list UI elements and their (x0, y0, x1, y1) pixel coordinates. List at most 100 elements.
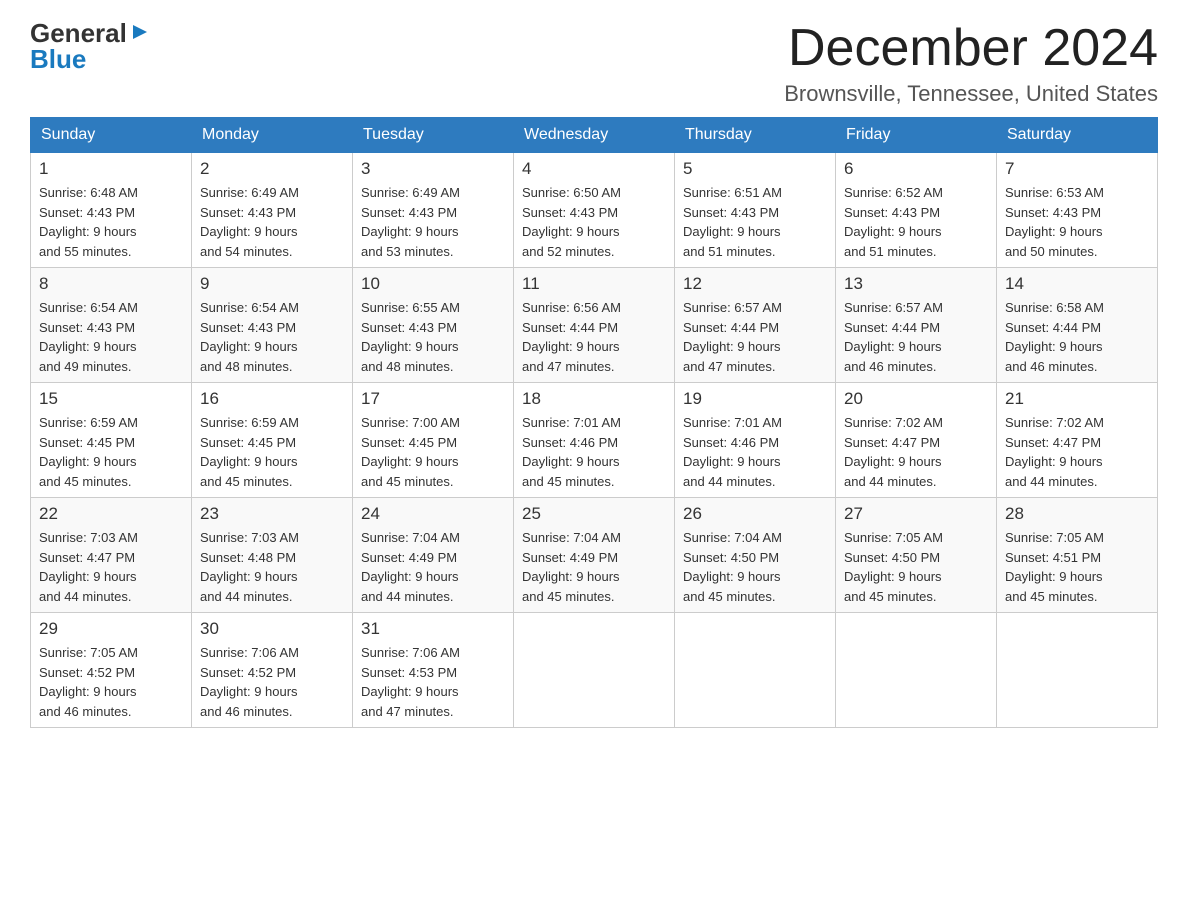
title-block: December 2024 Brownsville, Tennessee, Un… (784, 20, 1158, 107)
day-number: 12 (683, 274, 827, 294)
calendar-week-row: 15 Sunrise: 6:59 AM Sunset: 4:45 PM Dayl… (31, 383, 1158, 498)
day-info: Sunrise: 7:02 AM Sunset: 4:47 PM Dayligh… (1005, 413, 1149, 491)
day-number: 31 (361, 619, 505, 639)
day-info: Sunrise: 6:52 AM Sunset: 4:43 PM Dayligh… (844, 183, 988, 261)
calendar-day-cell: 25 Sunrise: 7:04 AM Sunset: 4:49 PM Dayl… (514, 498, 675, 613)
calendar-day-cell: 9 Sunrise: 6:54 AM Sunset: 4:43 PM Dayli… (192, 268, 353, 383)
day-info: Sunrise: 6:51 AM Sunset: 4:43 PM Dayligh… (683, 183, 827, 261)
day-info: Sunrise: 7:01 AM Sunset: 4:46 PM Dayligh… (522, 413, 666, 491)
day-info: Sunrise: 6:55 AM Sunset: 4:43 PM Dayligh… (361, 298, 505, 376)
day-number: 22 (39, 504, 183, 524)
col-sunday: Sunday (31, 118, 192, 153)
day-info: Sunrise: 6:50 AM Sunset: 4:43 PM Dayligh… (522, 183, 666, 261)
day-info: Sunrise: 6:53 AM Sunset: 4:43 PM Dayligh… (1005, 183, 1149, 261)
calendar-day-cell: 22 Sunrise: 7:03 AM Sunset: 4:47 PM Dayl… (31, 498, 192, 613)
calendar-day-cell: 23 Sunrise: 7:03 AM Sunset: 4:48 PM Dayl… (192, 498, 353, 613)
day-info: Sunrise: 7:03 AM Sunset: 4:48 PM Dayligh… (200, 528, 344, 606)
day-number: 23 (200, 504, 344, 524)
day-info: Sunrise: 7:04 AM Sunset: 4:50 PM Dayligh… (683, 528, 827, 606)
day-info: Sunrise: 7:04 AM Sunset: 4:49 PM Dayligh… (522, 528, 666, 606)
calendar-day-cell: 16 Sunrise: 6:59 AM Sunset: 4:45 PM Dayl… (192, 383, 353, 498)
calendar-day-cell: 31 Sunrise: 7:06 AM Sunset: 4:53 PM Dayl… (353, 613, 514, 728)
logo: General Blue (30, 20, 151, 72)
col-friday: Friday (836, 118, 997, 153)
calendar-day-cell: 28 Sunrise: 7:05 AM Sunset: 4:51 PM Dayl… (997, 498, 1158, 613)
calendar-day-cell: 8 Sunrise: 6:54 AM Sunset: 4:43 PM Dayli… (31, 268, 192, 383)
day-info: Sunrise: 6:54 AM Sunset: 4:43 PM Dayligh… (200, 298, 344, 376)
day-info: Sunrise: 7:05 AM Sunset: 4:51 PM Dayligh… (1005, 528, 1149, 606)
calendar-day-cell (514, 613, 675, 728)
day-number: 30 (200, 619, 344, 639)
day-info: Sunrise: 7:04 AM Sunset: 4:49 PM Dayligh… (361, 528, 505, 606)
calendar-week-row: 22 Sunrise: 7:03 AM Sunset: 4:47 PM Dayl… (31, 498, 1158, 613)
day-number: 8 (39, 274, 183, 294)
day-info: Sunrise: 6:49 AM Sunset: 4:43 PM Dayligh… (361, 183, 505, 261)
day-number: 19 (683, 389, 827, 409)
calendar-day-cell (836, 613, 997, 728)
day-info: Sunrise: 7:00 AM Sunset: 4:45 PM Dayligh… (361, 413, 505, 491)
calendar-day-cell: 12 Sunrise: 6:57 AM Sunset: 4:44 PM Dayl… (675, 268, 836, 383)
day-info: Sunrise: 7:01 AM Sunset: 4:46 PM Dayligh… (683, 413, 827, 491)
calendar-day-cell: 29 Sunrise: 7:05 AM Sunset: 4:52 PM Dayl… (31, 613, 192, 728)
calendar-day-cell: 11 Sunrise: 6:56 AM Sunset: 4:44 PM Dayl… (514, 268, 675, 383)
calendar-week-row: 29 Sunrise: 7:05 AM Sunset: 4:52 PM Dayl… (31, 613, 1158, 728)
day-number: 28 (1005, 504, 1149, 524)
col-monday: Monday (192, 118, 353, 153)
calendar-day-cell: 30 Sunrise: 7:06 AM Sunset: 4:52 PM Dayl… (192, 613, 353, 728)
calendar-day-cell: 6 Sunrise: 6:52 AM Sunset: 4:43 PM Dayli… (836, 153, 997, 268)
calendar-day-cell: 27 Sunrise: 7:05 AM Sunset: 4:50 PM Dayl… (836, 498, 997, 613)
logo-blue-text: Blue (30, 46, 86, 72)
calendar-day-cell: 15 Sunrise: 6:59 AM Sunset: 4:45 PM Dayl… (31, 383, 192, 498)
day-info: Sunrise: 6:56 AM Sunset: 4:44 PM Dayligh… (522, 298, 666, 376)
logo-general-text: General (30, 20, 127, 46)
day-info: Sunrise: 7:06 AM Sunset: 4:52 PM Dayligh… (200, 643, 344, 721)
day-number: 4 (522, 159, 666, 179)
calendar-day-cell: 24 Sunrise: 7:04 AM Sunset: 4:49 PM Dayl… (353, 498, 514, 613)
calendar-table: Sunday Monday Tuesday Wednesday Thursday… (30, 117, 1158, 728)
day-number: 5 (683, 159, 827, 179)
day-number: 21 (1005, 389, 1149, 409)
day-number: 2 (200, 159, 344, 179)
day-number: 29 (39, 619, 183, 639)
day-info: Sunrise: 6:59 AM Sunset: 4:45 PM Dayligh… (200, 413, 344, 491)
day-info: Sunrise: 6:48 AM Sunset: 4:43 PM Dayligh… (39, 183, 183, 261)
calendar-week-row: 8 Sunrise: 6:54 AM Sunset: 4:43 PM Dayli… (31, 268, 1158, 383)
day-info: Sunrise: 6:54 AM Sunset: 4:43 PM Dayligh… (39, 298, 183, 376)
day-number: 10 (361, 274, 505, 294)
day-number: 6 (844, 159, 988, 179)
logo-icon (129, 21, 151, 43)
calendar-day-cell: 10 Sunrise: 6:55 AM Sunset: 4:43 PM Dayl… (353, 268, 514, 383)
page-header: General Blue December 2024 Brownsville, … (30, 20, 1158, 107)
day-number: 13 (844, 274, 988, 294)
day-number: 24 (361, 504, 505, 524)
day-info: Sunrise: 6:49 AM Sunset: 4:43 PM Dayligh… (200, 183, 344, 261)
day-number: 15 (39, 389, 183, 409)
calendar-week-row: 1 Sunrise: 6:48 AM Sunset: 4:43 PM Dayli… (31, 153, 1158, 268)
day-info: Sunrise: 7:02 AM Sunset: 4:47 PM Dayligh… (844, 413, 988, 491)
col-thursday: Thursday (675, 118, 836, 153)
calendar-day-cell: 19 Sunrise: 7:01 AM Sunset: 4:46 PM Dayl… (675, 383, 836, 498)
calendar-day-cell: 1 Sunrise: 6:48 AM Sunset: 4:43 PM Dayli… (31, 153, 192, 268)
calendar-day-cell: 7 Sunrise: 6:53 AM Sunset: 4:43 PM Dayli… (997, 153, 1158, 268)
day-number: 7 (1005, 159, 1149, 179)
col-tuesday: Tuesday (353, 118, 514, 153)
calendar-day-cell (675, 613, 836, 728)
day-number: 9 (200, 274, 344, 294)
day-info: Sunrise: 7:05 AM Sunset: 4:52 PM Dayligh… (39, 643, 183, 721)
calendar-day-cell (997, 613, 1158, 728)
day-number: 16 (200, 389, 344, 409)
day-number: 14 (1005, 274, 1149, 294)
day-number: 11 (522, 274, 666, 294)
calendar-day-cell: 5 Sunrise: 6:51 AM Sunset: 4:43 PM Dayli… (675, 153, 836, 268)
day-info: Sunrise: 6:59 AM Sunset: 4:45 PM Dayligh… (39, 413, 183, 491)
day-number: 1 (39, 159, 183, 179)
calendar-day-cell: 2 Sunrise: 6:49 AM Sunset: 4:43 PM Dayli… (192, 153, 353, 268)
day-number: 17 (361, 389, 505, 409)
day-info: Sunrise: 6:58 AM Sunset: 4:44 PM Dayligh… (1005, 298, 1149, 376)
day-info: Sunrise: 7:06 AM Sunset: 4:53 PM Dayligh… (361, 643, 505, 721)
day-number: 3 (361, 159, 505, 179)
calendar-day-cell: 26 Sunrise: 7:04 AM Sunset: 4:50 PM Dayl… (675, 498, 836, 613)
day-info: Sunrise: 7:05 AM Sunset: 4:50 PM Dayligh… (844, 528, 988, 606)
day-info: Sunrise: 7:03 AM Sunset: 4:47 PM Dayligh… (39, 528, 183, 606)
day-number: 20 (844, 389, 988, 409)
